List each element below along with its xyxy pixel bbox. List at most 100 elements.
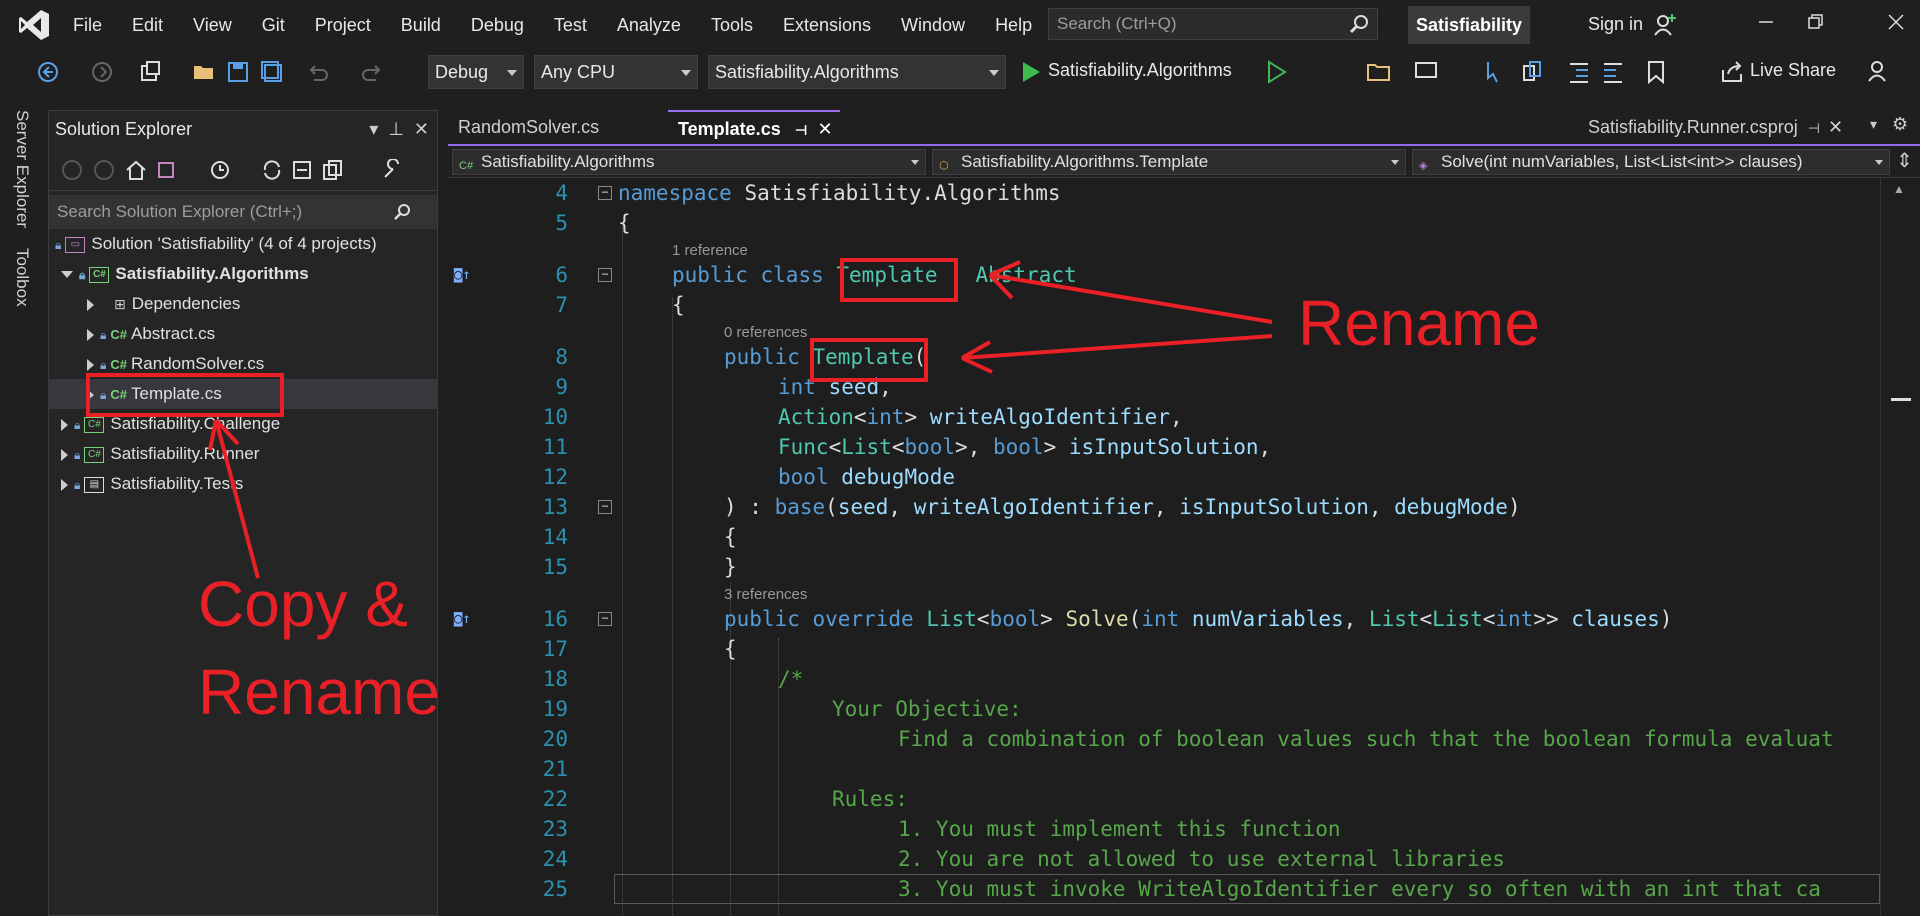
menu-git[interactable]: Git	[247, 0, 300, 50]
minimize-icon[interactable]	[1756, 12, 1776, 32]
startup-project-dropdown[interactable]: Satisfiability.Algorithms	[708, 55, 1006, 89]
inheritance-margin-icon[interactable]: ◙↑	[454, 260, 484, 290]
switch-views-icon[interactable]	[157, 159, 179, 181]
feedback-icon[interactable]	[1866, 58, 1892, 84]
menu-analyze[interactable]: Analyze	[602, 0, 696, 50]
show-all-files-icon[interactable]	[321, 159, 343, 181]
tree-item-template-cs[interactable]: 🔒︎ C# Template.cs	[49, 379, 437, 409]
menu-build[interactable]: Build	[386, 0, 456, 50]
scrollbar-thumb[interactable]	[1891, 398, 1911, 401]
expand-chevron-icon[interactable]	[87, 298, 94, 311]
inheritance-margin-icon[interactable]: ◙↑	[454, 604, 484, 634]
tab-template[interactable]: Template.cs ⊣ ✕	[668, 110, 840, 144]
copy-tool-icon[interactable]	[1520, 60, 1546, 84]
browser-link-icon[interactable]	[1414, 60, 1440, 84]
open-folder-icon[interactable]	[192, 60, 216, 84]
project-scope-dropdown[interactable]: C# Satisfiability.Algorithms	[452, 149, 926, 175]
server-explorer-tab[interactable]: Server Explorer	[12, 110, 32, 228]
expand-chevron-icon[interactable]	[61, 418, 68, 431]
sync-icon[interactable]	[261, 159, 283, 181]
tree-item-project-tests[interactable]: 🔒︎ ▤ Satisfiability.Tests	[49, 469, 437, 499]
tree-item-project-challenge[interactable]: 🔒︎ C# Satisfiability.Challenge	[49, 409, 437, 439]
collapse-all-icon[interactable]	[291, 159, 313, 181]
new-project-icon[interactable]	[138, 60, 162, 84]
save-icon[interactable]	[226, 60, 250, 84]
outdent-icon[interactable]	[1600, 60, 1626, 84]
forward-icon[interactable]	[93, 159, 115, 181]
menu-test[interactable]: Test	[539, 0, 602, 50]
back-icon[interactable]	[61, 159, 83, 181]
pin-icon[interactable]: ⊣	[795, 122, 808, 138]
tree-item-dependencies[interactable]: ⊞ Dependencies	[49, 289, 437, 319]
bookmark-icon[interactable]	[1646, 60, 1666, 84]
live-share-button[interactable]: Live Share	[1750, 60, 1836, 81]
collapse-icon[interactable]: −	[598, 612, 612, 626]
live-share-icon[interactable]	[1720, 60, 1746, 84]
save-all-icon[interactable]	[260, 60, 284, 84]
close-tab-icon[interactable]: ✕	[1828, 117, 1843, 137]
pointer-tool-icon[interactable]	[1484, 60, 1510, 84]
menu-debug[interactable]: Debug	[456, 0, 539, 50]
type-scope-dropdown[interactable]: ⬡ Satisfiability.Algorithms.Template	[932, 149, 1406, 175]
collapse-icon[interactable]: −	[598, 500, 612, 514]
expand-chevron-icon[interactable]	[61, 271, 73, 279]
settings-gear-icon[interactable]: ⚙	[1892, 114, 1908, 135]
toolbox-tab[interactable]: Toolbox	[12, 248, 32, 307]
tree-item-project-algorithms[interactable]: 🔒︎ C# Satisfiability.Algorithms	[49, 259, 437, 289]
start-debugging-icon[interactable]	[1020, 60, 1042, 84]
menu-edit[interactable]: Edit	[117, 0, 178, 50]
start-without-debugging-icon[interactable]	[1266, 60, 1288, 84]
collapse-icon[interactable]: −	[598, 268, 612, 282]
home-icon[interactable]	[125, 159, 147, 181]
pin-icon[interactable]: ⊣	[1808, 120, 1820, 136]
split-editor-icon[interactable]: ⇕	[1896, 148, 1913, 173]
tree-item-randomsolver-cs[interactable]: 🔒︎ C# RandomSolver.cs	[49, 349, 437, 379]
member-scope-dropdown[interactable]: ◈ Solve(int numVariables, List<List<int>>…	[1412, 149, 1890, 175]
pending-changes-filter-icon[interactable]	[209, 159, 231, 181]
codelens-references[interactable]: 1 reference	[672, 242, 748, 259]
tab-runner-csproj[interactable]: Satisfiability.Runner.csproj ⊣ ✕	[1578, 110, 1853, 144]
tab-randomsolver[interactable]: RandomSolver.cs	[448, 110, 609, 144]
editor-vertical-scrollbar[interactable]: ▲	[1880, 178, 1920, 916]
expand-chevron-icon[interactable]	[87, 388, 94, 401]
expand-chevron-icon[interactable]	[87, 328, 94, 341]
codelens-references[interactable]: 0 references	[724, 324, 807, 341]
scroll-up-icon[interactable]: ▲	[1893, 182, 1905, 196]
sign-in-link[interactable]: Sign in	[1588, 14, 1643, 35]
panel-window-controls[interactable]: ▾ ⊥ ✕	[369, 119, 429, 140]
back-icon[interactable]	[36, 60, 60, 84]
menu-file[interactable]: File	[65, 0, 117, 50]
menu-help[interactable]: Help	[980, 0, 1047, 50]
solution-name-badge[interactable]: Satisfiability	[1408, 6, 1530, 44]
tree-item-project-runner[interactable]: 🔒︎ C# Satisfiability.Runner	[49, 439, 437, 469]
restore-icon[interactable]	[1806, 12, 1826, 32]
expand-chevron-icon[interactable]	[61, 478, 68, 491]
undo-icon[interactable]	[306, 60, 330, 84]
expand-chevron-icon[interactable]	[87, 358, 94, 371]
expand-chevron-icon[interactable]	[61, 448, 68, 461]
close-tab-icon[interactable]: ✕	[818, 119, 833, 139]
properties-wrench-icon[interactable]	[381, 159, 403, 181]
platform-dropdown[interactable]: Any CPU	[534, 55, 698, 89]
indent-icon[interactable]	[1566, 60, 1592, 84]
person-add-icon[interactable]	[1652, 12, 1678, 38]
menu-extensions[interactable]: Extensions	[768, 0, 886, 50]
tab-list-dropdown-icon[interactable]: ▾	[1870, 116, 1877, 133]
tree-item-solution[interactable]: 🔒︎ ▭ Solution 'Satisfiability' (4 of 4 pro…	[49, 229, 437, 259]
folder-view-icon[interactable]	[1366, 60, 1392, 84]
menu-window[interactable]: Window	[886, 0, 980, 50]
run-target-label[interactable]: Satisfiability.Algorithms	[1048, 60, 1232, 81]
search-input[interactable]: Search (Ctrl+Q)	[1048, 8, 1378, 40]
configuration-dropdown[interactable]: Debug	[428, 55, 524, 89]
forward-icon[interactable]	[90, 60, 114, 84]
menu-tools[interactable]: Tools	[696, 0, 768, 50]
redo-icon[interactable]	[360, 60, 384, 84]
menu-project[interactable]: Project	[300, 0, 386, 50]
tree-item-abstract-cs[interactable]: 🔒︎ C# Abstract.cs	[49, 319, 437, 349]
solution-explorer-search-input[interactable]: Search Solution Explorer (Ctrl+;)	[49, 195, 437, 229]
code-editor[interactable]: 4− namespace Satisfiability.Algorithms 5{…	[448, 178, 1920, 916]
collapse-icon[interactable]: −	[598, 186, 612, 200]
codelens-references[interactable]: 3 references	[724, 586, 807, 603]
menu-view[interactable]: View	[178, 0, 247, 50]
close-window-icon[interactable]	[1886, 12, 1906, 32]
